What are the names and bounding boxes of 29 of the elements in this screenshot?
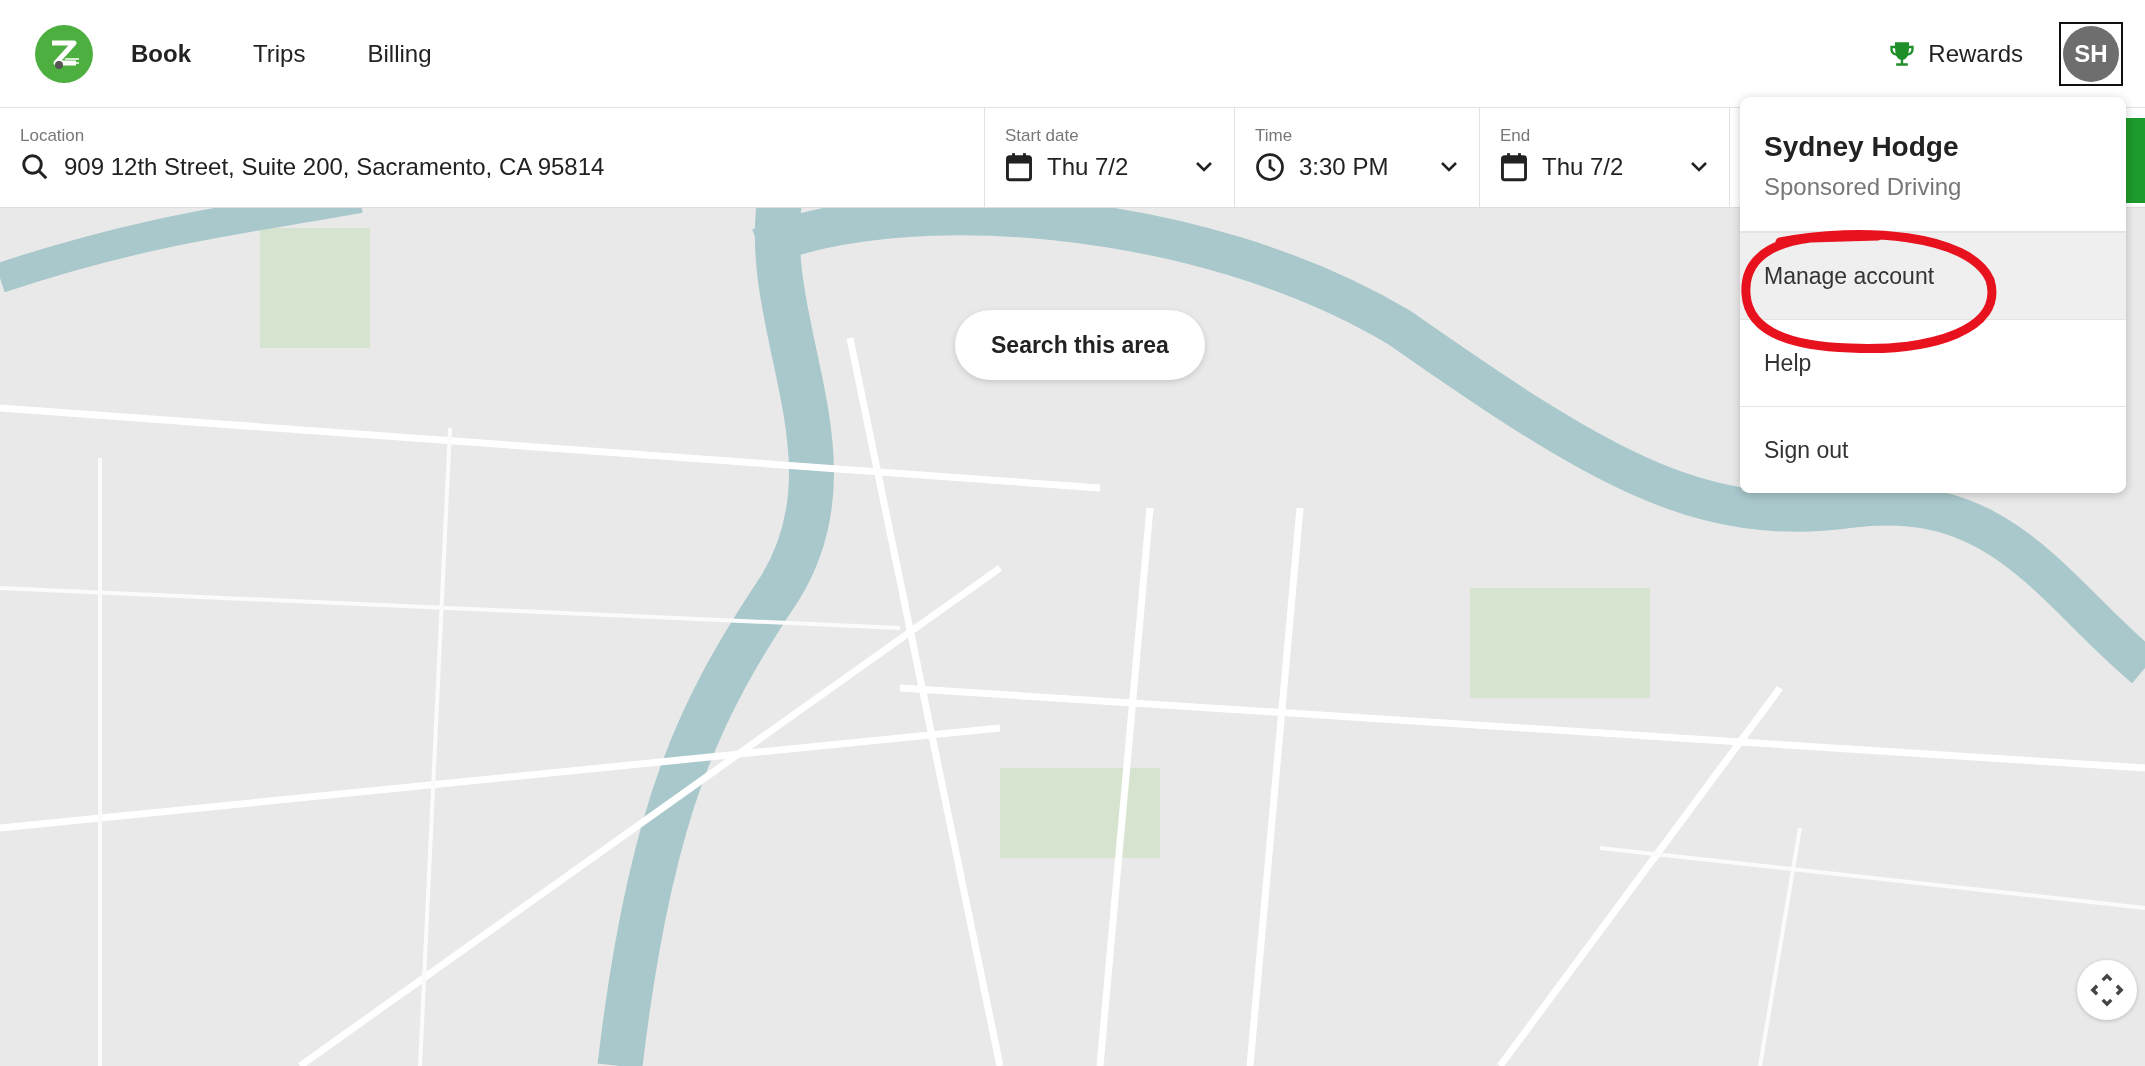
avatar-button[interactable]: SH [2059,21,2123,86]
nav-link[interactable]: Trips [253,39,306,68]
field-label: Start date [1005,126,1080,146]
expand-icon [2090,973,2124,1007]
nav-link[interactable]: Book [131,39,191,68]
chevron-down-icon [1439,160,1459,174]
search-icon [20,152,50,182]
calendar-icon [1005,152,1033,182]
chevron-down-icon [1689,160,1709,174]
field-value[interactable]: Thu 7/2 [1542,153,1675,181]
field-value[interactable]: Thu 7/2 [1047,153,1180,181]
rewards-link[interactable]: Rewards [1888,39,2023,68]
chevron-down-icon [1194,160,1214,174]
field-label: End [1500,126,1532,146]
menu-item[interactable]: Sign out [1740,407,2126,493]
nav-link[interactable]: Billing [367,39,432,68]
menu-item[interactable]: Help [1740,320,2126,407]
field-value[interactable]: 3:30 PM [1299,153,1425,181]
calendar-icon [1500,152,1528,182]
field-label: Time [1255,126,1294,146]
trophy-icon [1888,39,1917,68]
user-subtitle: Sponsored Driving [1764,173,1963,201]
user-name: Sydney Hodge [1764,131,1960,163]
field-value[interactable]: 909 12th Street, Suite 200, Sacramento, CA 95814 [64,153,964,181]
clock-icon [1255,152,1285,182]
menu-item[interactable]: Manage account [1740,233,2126,320]
logo-icon[interactable] [35,24,93,83]
search-area-button[interactable]: Search this area [955,310,1205,380]
field-label: Location [20,126,86,146]
